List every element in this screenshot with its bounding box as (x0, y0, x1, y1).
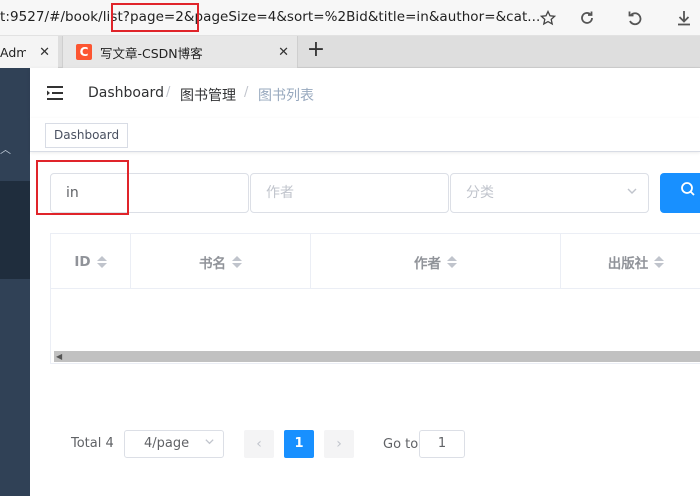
pagination-total: Total 4 (71, 436, 114, 451)
horizontal-scrollbar[interactable]: ◀ (54, 351, 700, 362)
column-label: 书名 (199, 255, 226, 272)
tags-view: Dashboard (30, 118, 700, 152)
chevron-right-icon: › (336, 436, 342, 452)
sort-icon[interactable] (96, 255, 107, 268)
category-select[interactable]: 分类 (450, 173, 649, 213)
url-highlight-box (111, 3, 199, 32)
browser-tabstrip: Adm ✕ C 写文章-CSDN博客 ✕ + (0, 36, 700, 68)
table-header: ID 书名 作者 出版社 (51, 234, 700, 289)
tab-admin[interactable]: Adm ✕ (0, 36, 58, 68)
hamburger-icon[interactable] (47, 85, 65, 101)
page-number-current[interactable]: 1 (284, 430, 314, 458)
tab-title: 写文章-CSDN博客 (100, 45, 203, 61)
new-tab-button[interactable]: + (305, 39, 327, 62)
chevron-down-icon (626, 174, 638, 212)
sort-icon[interactable] (447, 255, 457, 268)
chevron-left-icon: ‹ (256, 436, 262, 452)
bookmark-star-icon[interactable] (537, 7, 559, 29)
column-label: 出版社 (607, 255, 649, 272)
sidebar-active-item[interactable] (0, 181, 30, 279)
chevron-down-icon (204, 431, 215, 457)
page-size-value: 4/page (144, 436, 190, 451)
tab-csdn[interactable]: C 写文章-CSDN博客 ✕ (62, 36, 298, 68)
column-header-author[interactable]: 作者 (311, 234, 561, 289)
prev-page-button[interactable]: ‹ (244, 430, 274, 458)
goto-page-input[interactable]: 1 (419, 430, 465, 458)
author-input[interactable] (250, 173, 449, 213)
category-placeholder: 分类 (466, 185, 494, 201)
csdn-logo-icon: C (76, 44, 92, 60)
search-button[interactable] (660, 173, 700, 213)
search-icon (680, 182, 696, 201)
navbar: Dashboard / 图书管理 / 图书列表 (30, 68, 700, 118)
breadcrumb-separator: / (166, 85, 171, 100)
sort-icon[interactable] (654, 255, 665, 268)
tab-title: Adm (0, 44, 26, 60)
undo-icon[interactable] (624, 7, 646, 29)
book-table: ID 书名 作者 出版社 ◀ (50, 233, 700, 364)
close-icon[interactable]: ✕ (39, 45, 50, 60)
scroll-left-icon[interactable]: ◀ (56, 352, 62, 361)
breadcrumb-book-management[interactable]: 图书管理 (180, 85, 236, 105)
breadcrumb-book-list: 图书列表 (258, 88, 314, 104)
chevron-up-icon[interactable]: ︿ (0, 141, 11, 157)
download-icon[interactable] (673, 7, 695, 29)
column-header-publisher[interactable]: 出版社 (561, 234, 700, 289)
tag-dashboard[interactable]: Dashboard (45, 123, 129, 148)
breadcrumb-dashboard[interactable]: Dashboard (88, 85, 164, 101)
address-bar[interactable]: t:9527/#/book/list?page=2&pageSize=4&sor… (0, 9, 540, 25)
column-header-id[interactable]: ID (51, 234, 131, 289)
page-size-select[interactable]: 4/page (124, 430, 224, 458)
input-highlight-box (36, 160, 129, 215)
close-icon[interactable]: ✕ (278, 45, 289, 60)
column-header-title[interactable]: 书名 (131, 234, 311, 289)
sidebar: ︿ (0, 68, 30, 496)
column-label: 作者 (414, 255, 441, 272)
sort-icon[interactable] (232, 255, 242, 268)
next-page-button[interactable]: › (324, 430, 354, 458)
breadcrumb-separator: / (244, 85, 249, 100)
reload-icon[interactable] (576, 7, 598, 29)
browser-toolbar: t:9527/#/book/list?page=2&pageSize=4&sor… (0, 0, 700, 36)
column-label: ID (74, 253, 91, 270)
goto-label: Go to (383, 437, 419, 452)
